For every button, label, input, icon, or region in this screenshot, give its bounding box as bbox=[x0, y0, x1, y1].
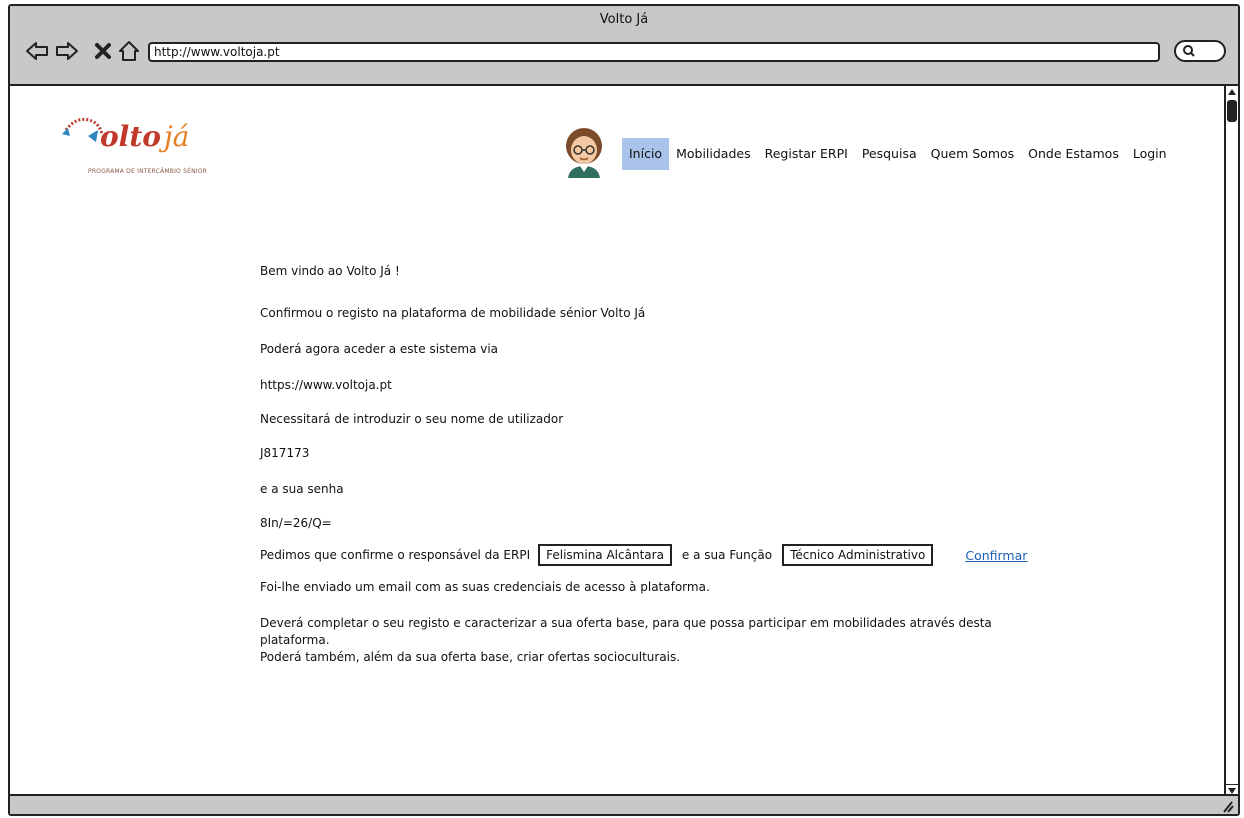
avatar-icon[interactable] bbox=[562, 126, 606, 178]
nav-item-login[interactable]: Login bbox=[1126, 138, 1174, 170]
function-prefix: e a sua Função bbox=[681, 548, 773, 562]
username-value: J817173 bbox=[260, 446, 310, 460]
url-input[interactable]: http://www.voltoja.pt bbox=[148, 42, 1160, 62]
nav-item-mobilidades[interactable]: Mobilidades bbox=[669, 138, 758, 170]
password-prompt: e a sua senha bbox=[260, 482, 344, 496]
password-value: 8In/=26/Q= bbox=[260, 516, 332, 530]
sociocultural-offers-text: Poderá também, além da sua oferta base, … bbox=[260, 650, 681, 664]
confirmed-text: Confirmou o registo na plataforma de mob… bbox=[260, 306, 646, 320]
nav-item-onde-estamos[interactable]: Onde Estamos bbox=[1021, 138, 1126, 170]
back-arrow-icon[interactable] bbox=[24, 38, 50, 64]
welcome-text: Bem vindo ao Volto Já ! bbox=[260, 264, 400, 278]
confirm-prefix: Pedimos que confirme o responsável da ER… bbox=[260, 548, 531, 562]
email-sent-text: Foi-lhe enviado um email com as suas cre… bbox=[260, 580, 710, 594]
svg-text:já: já bbox=[158, 120, 189, 153]
browser-search-button[interactable] bbox=[1174, 40, 1226, 62]
logo-tagline: PROGRAMA DE INTERCÂMBIO SÉNIOR bbox=[88, 168, 208, 175]
browser-titlebar: Volto Já http://www.voltoja.pt bbox=[10, 6, 1238, 86]
resize-grip-icon[interactable] bbox=[1220, 799, 1234, 813]
status-bar bbox=[10, 794, 1238, 814]
confirm-link[interactable]: Confirmar bbox=[965, 548, 1027, 563]
nav-item-pesquisa[interactable]: Pesquisa bbox=[855, 138, 924, 170]
browser-window: Volto Já http://www.voltoja.pt olto já P… bbox=[8, 4, 1240, 816]
home-icon[interactable] bbox=[116, 38, 142, 64]
nav-item-inicio[interactable]: Início bbox=[622, 138, 670, 170]
access-via-text: Poderá agora aceder a este sistema via bbox=[260, 342, 499, 356]
function-field[interactable]: Técnico Administrativo bbox=[782, 544, 934, 566]
confirm-row: Pedimos que confirme o responsável da ER… bbox=[260, 544, 1027, 566]
svg-text:olto: olto bbox=[100, 120, 161, 153]
complete-registration-line2: plataforma. bbox=[260, 633, 330, 647]
responsible-name-field[interactable]: Felismina Alcântara bbox=[538, 544, 672, 566]
nav-item-registar-erpi[interactable]: Registar ERPI bbox=[758, 138, 855, 170]
window-title: Volto Já bbox=[599, 12, 649, 27]
complete-registration-line1: Deverá completar o seu registo e caracte… bbox=[260, 616, 992, 630]
username-prompt: Necessitará de introduzir o seu nome de … bbox=[260, 412, 564, 426]
nav-item-quem-somos[interactable]: Quem Somos bbox=[924, 138, 1022, 170]
voltoja-logo[interactable]: olto já PROGRAMA DE INTERCÂMBIO SÉNIOR bbox=[60, 110, 220, 180]
close-icon[interactable] bbox=[90, 38, 116, 64]
search-icon bbox=[1183, 45, 1195, 57]
site-url-text: https://www.voltoja.pt bbox=[260, 378, 392, 392]
main-navigation: Início Mobilidades Registar ERPI Pesquis… bbox=[622, 138, 1174, 170]
page-content: olto já PROGRAMA DE INTERCÂMBIO SÉNIOR I… bbox=[10, 88, 1226, 796]
forward-arrow-icon[interactable] bbox=[54, 38, 80, 64]
scroll-thumb[interactable] bbox=[1227, 100, 1237, 122]
scroll-up-icon[interactable] bbox=[1226, 86, 1238, 98]
vertical-scrollbar[interactable] bbox=[1224, 86, 1238, 796]
